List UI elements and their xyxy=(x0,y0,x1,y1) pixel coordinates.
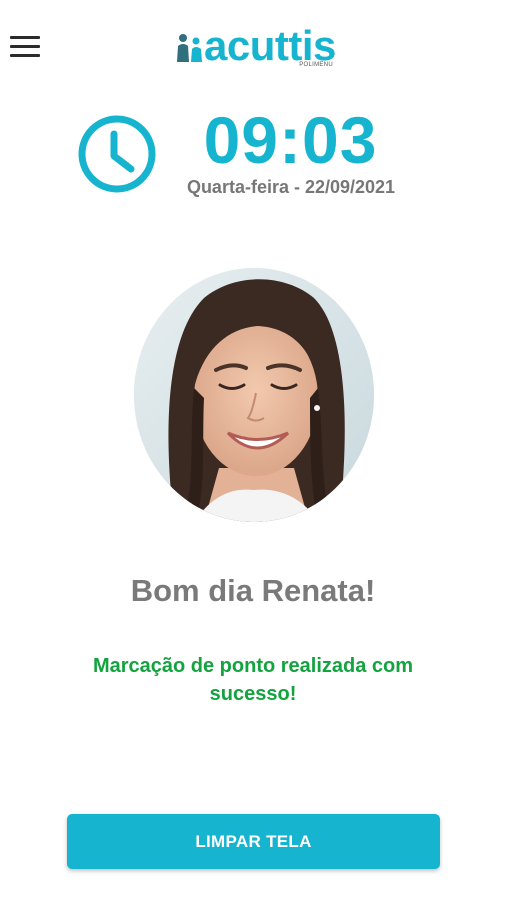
user-photo xyxy=(134,268,374,522)
menu-line xyxy=(10,54,40,57)
menu-line xyxy=(10,45,40,48)
current-date: Quarta-feira - 22/09/2021 xyxy=(186,177,396,197)
logo-subtext: POLIMENU xyxy=(299,62,333,68)
menu-line xyxy=(10,36,40,39)
current-time: 09:03 xyxy=(203,103,378,177)
success-message: Marcação de ponto realizada com sucesso! xyxy=(92,655,414,705)
logo-figures-icon xyxy=(177,34,202,62)
clear-screen-button[interactable]: LIMPAR TELA xyxy=(67,814,440,869)
app-screen: acuttis POLIMENU 09:03 Quarta-feira - 22… xyxy=(0,0,506,900)
clock-icon xyxy=(78,115,156,193)
acuttis-logo: acuttis POLIMENU xyxy=(172,22,337,72)
clear-screen-label: LIMPAR TELA xyxy=(195,831,312,851)
hamburger-menu-icon[interactable] xyxy=(10,36,40,58)
greeting-text: Bom dia Renata! xyxy=(130,573,376,608)
user-portrait-image xyxy=(134,268,374,522)
